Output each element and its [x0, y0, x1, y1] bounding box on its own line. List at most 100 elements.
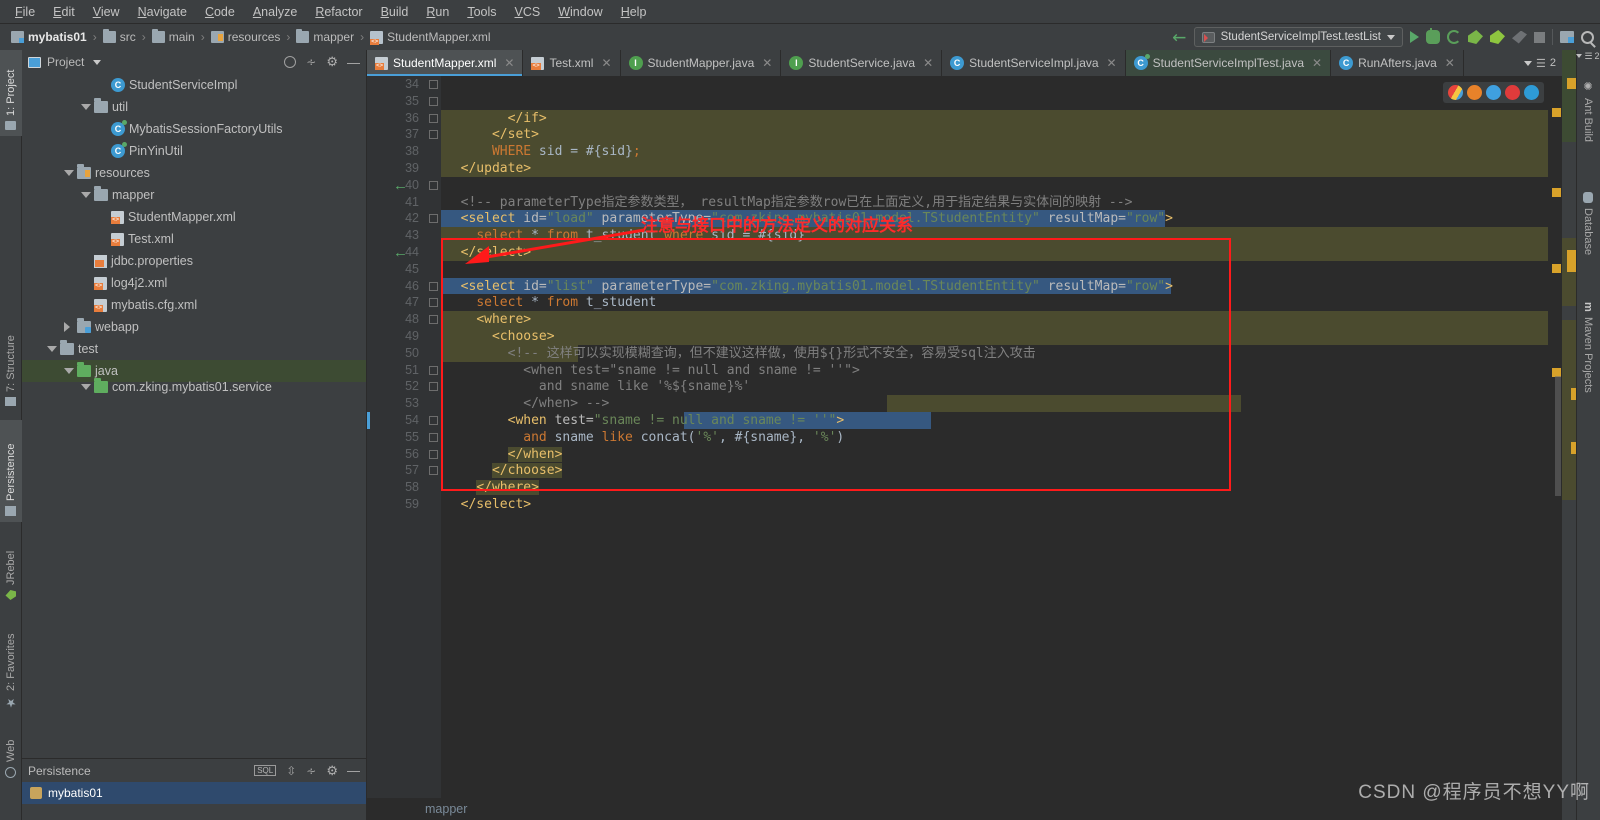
code-line[interactable]: <select id="load" parameterType="com.zki…	[441, 210, 1548, 228]
sidebar-item-ant-build[interactable]: ✺ Ant Build	[1576, 74, 1600, 162]
code-line[interactable]: <where>	[441, 311, 1548, 328]
chevron-down-icon[interactable]	[81, 104, 91, 110]
code-line[interactable]: </choose>	[441, 462, 1548, 479]
tree-item[interactable]: com.zking.mybatis01.service	[22, 378, 366, 394]
fold-marker[interactable]	[427, 395, 441, 412]
menu-item-tools[interactable]: Tools	[458, 2, 505, 22]
fold-marker[interactable]	[427, 378, 441, 395]
menu-item-vcs[interactable]: VCS	[506, 2, 550, 22]
editor-tab-studentserviceimpltest-java[interactable]: C StudentServiceImplTest.java ✕	[1125, 50, 1332, 76]
fold-marker[interactable]	[427, 311, 441, 328]
fold-marker[interactable]	[427, 446, 441, 463]
editor-fold-column[interactable]	[427, 76, 441, 798]
fold-marker[interactable]	[427, 429, 441, 446]
tree-item[interactable]: resources	[22, 162, 366, 184]
chevron-down-icon[interactable]	[81, 192, 91, 198]
chevron-down-icon[interactable]	[47, 346, 57, 352]
hide-icon[interactable]: —	[347, 763, 360, 778]
tree-item[interactable]: util	[22, 96, 366, 118]
breadcrumb-item-5[interactable]: StudentMapper.xml	[367, 29, 493, 45]
code-line[interactable]: </where>	[441, 479, 1548, 496]
fold-marker[interactable]	[427, 110, 441, 127]
gutter-navigate-icon[interactable]: ←	[393, 177, 408, 194]
fold-marker[interactable]	[427, 126, 441, 143]
tree-item[interactable]: C MybatisSessionFactoryUtils	[22, 118, 366, 140]
editor-breadcrumb[interactable]: mapper	[367, 798, 1562, 820]
run-with-coverage-button[interactable]	[1447, 30, 1461, 44]
fold-marker[interactable]	[427, 210, 441, 227]
editor-tab-studentmapper-java[interactable]: I StudentMapper.java ✕	[621, 50, 782, 76]
gear-icon[interactable]: ⚙	[326, 54, 338, 70]
persistence-item[interactable]: mybatis01	[22, 782, 366, 804]
code-line[interactable]: <!-- parameterType指定参数类型， resultMap指定参数r…	[441, 194, 1548, 211]
tree-item[interactable]: mapper	[22, 184, 366, 206]
fold-marker[interactable]	[427, 227, 441, 244]
project-tree[interactable]: C StudentServiceImpl util C MybatisSessionFa…	[22, 74, 366, 758]
close-icon[interactable]: ✕	[923, 56, 933, 70]
browser-opera-icon[interactable]	[1505, 85, 1520, 100]
menu-item-build[interactable]: Build	[372, 2, 418, 22]
fold-marker[interactable]	[427, 76, 441, 93]
editor-error-stripe[interactable]	[1548, 76, 1562, 798]
menu-item-edit[interactable]: Edit	[44, 2, 84, 22]
code-line[interactable]: <when test="sname != null and sname != '…	[441, 411, 1548, 429]
menu-item-code[interactable]: Code	[196, 2, 244, 22]
code-line[interactable]: and sname like '%${sname}%'	[441, 378, 1548, 395]
menu-item-run[interactable]: Run	[417, 2, 458, 22]
locate-icon[interactable]	[284, 56, 297, 68]
fold-marker[interactable]	[427, 362, 441, 379]
code-line[interactable]: </when>	[441, 446, 1548, 463]
debug-button[interactable]	[1426, 28, 1440, 44]
chevron-down-icon[interactable]	[93, 59, 102, 65]
fold-marker[interactable]	[427, 160, 441, 177]
breadcrumb-item-0[interactable]: mybatis01	[8, 29, 90, 45]
sidebar-item-project[interactable]: 1: Project	[0, 50, 22, 136]
fold-marker[interactable]	[427, 496, 441, 513]
editor-tab-studentmapper-xml[interactable]: StudentMapper.xml ✕	[367, 50, 524, 76]
persistence-tree[interactable]: mybatis01	[22, 782, 366, 820]
collapse-all-icon[interactable]: ∻	[306, 56, 316, 68]
browser-chrome-icon[interactable]	[1448, 85, 1463, 100]
tree-item[interactable]: StudentMapper.xml	[22, 206, 366, 228]
fold-marker[interactable]	[427, 294, 441, 311]
code-line[interactable]: <!-- 这样可以实现模糊查询，但不建议这样做，使用${}形式不安全，容易受sq…	[441, 344, 1548, 362]
code-line[interactable]: select * from t_student	[441, 294, 1548, 311]
close-icon[interactable]: ✕	[762, 56, 772, 70]
tree-item[interactable]: java	[22, 360, 366, 382]
close-icon[interactable]: ✕	[1107, 56, 1117, 70]
browser-firefox-icon[interactable]	[1467, 85, 1482, 100]
editor-tab-studentservice-java[interactable]: I StudentService.java ✕	[781, 50, 943, 76]
sql-console-icon[interactable]: SQL	[254, 765, 277, 776]
run-button[interactable]	[1410, 31, 1419, 43]
chevron-down-icon[interactable]	[1524, 60, 1532, 66]
tree-item[interactable]: Test.xml	[22, 228, 366, 250]
menu-item-refactor[interactable]: Refactor	[306, 2, 371, 22]
build-button[interactable]	[1512, 30, 1527, 44]
close-icon[interactable]: ✕	[1312, 56, 1322, 70]
tree-item[interactable]: webapp	[22, 316, 366, 338]
menu-item-help[interactable]: Help	[612, 2, 656, 22]
code-line[interactable]: <when test="sname != null and sname != '…	[441, 362, 1548, 379]
jrebel-debug-button[interactable]	[1490, 30, 1505, 44]
fold-marker[interactable]	[427, 261, 441, 278]
jrebel-run-button[interactable]	[1468, 30, 1483, 44]
gear-icon[interactable]: ⚙	[326, 763, 338, 779]
expand-all-icon[interactable]: ⇳	[286, 764, 296, 778]
gutter-navigate-icon[interactable]: ←	[393, 245, 408, 261]
fold-marker[interactable]	[427, 194, 441, 211]
menu-item-window[interactable]: Window	[549, 2, 611, 22]
tree-item[interactable]: C StudentServiceImpl	[22, 74, 366, 96]
fold-marker[interactable]	[427, 412, 441, 429]
breadcrumb-item-3[interactable]: resources	[208, 29, 284, 45]
close-icon[interactable]: ✕	[601, 56, 611, 70]
browser-edge-icon[interactable]	[1524, 85, 1539, 100]
tree-item[interactable]: jdbc.properties	[22, 250, 366, 272]
chevron-down-icon[interactable]	[64, 170, 74, 176]
code-line[interactable]	[441, 530, 1548, 547]
editor-gutter[interactable]: 34 35 36 37 38 39 40 41 42 43 44 45 46 47 48 49 50 51 52 53…	[367, 76, 427, 798]
chevron-right-icon[interactable]	[64, 322, 74, 332]
run-configuration-selector[interactable]: StudentServiceImplTest.testList	[1193, 27, 1403, 47]
fold-marker[interactable]	[427, 345, 441, 362]
breadcrumb-item-1[interactable]: src	[100, 29, 139, 45]
fold-marker[interactable]	[427, 328, 441, 345]
